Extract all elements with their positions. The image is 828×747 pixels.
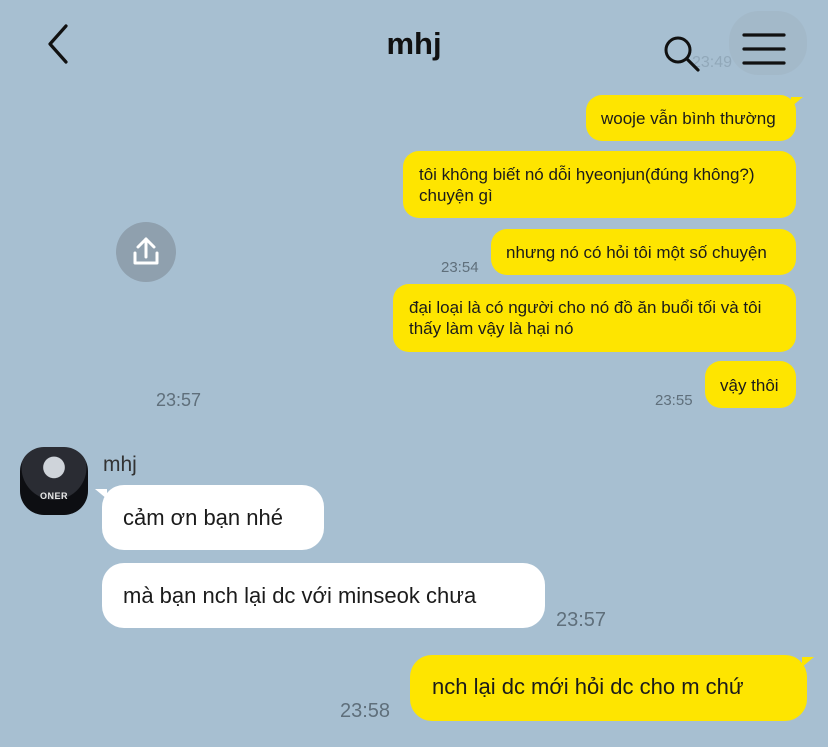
message-timestamp: 23:54 <box>441 259 479 276</box>
outgoing-message[interactable]: đại loại là có người cho nó đồ ăn buổi t… <box>393 284 796 352</box>
message-timestamp: 23:58 <box>340 700 391 722</box>
incoming-message[interactable]: mà bạn nch lại dc với minseok chưa <box>102 563 545 628</box>
hamburger-menu-icon <box>742 33 786 65</box>
menu-button[interactable] <box>729 11 807 75</box>
search-icon <box>664 36 700 72</box>
outgoing-message[interactable]: tôi không biết nó dỗi hyeonjun(đúng khôn… <box>403 151 796 218</box>
share-button[interactable] <box>116 222 176 282</box>
message-timestamp: 23:55 <box>655 392 693 409</box>
incoming-message[interactable]: cảm ơn bạn nhé <box>95 485 324 550</box>
outgoing-message[interactable]: wooje vẫn bình thường <box>586 95 803 141</box>
message-timestamp: 23:57 <box>556 609 607 631</box>
upload-icon <box>133 237 159 265</box>
sender-avatar[interactable]: ONER <box>20 447 88 515</box>
outgoing-message[interactable]: nch lại dc mới hỏi dc cho m chứ <box>410 655 814 721</box>
message-timestamp: 23:57 <box>156 390 202 410</box>
outgoing-message[interactable]: vậy thôi <box>705 361 796 408</box>
outgoing-message[interactable]: nhưng nó có hỏi tôi một số chuyện <box>491 229 796 275</box>
avatar-logo-text: ONER <box>39 491 68 501</box>
sender-name: mhj <box>103 453 137 476</box>
search-button[interactable] <box>660 33 704 77</box>
